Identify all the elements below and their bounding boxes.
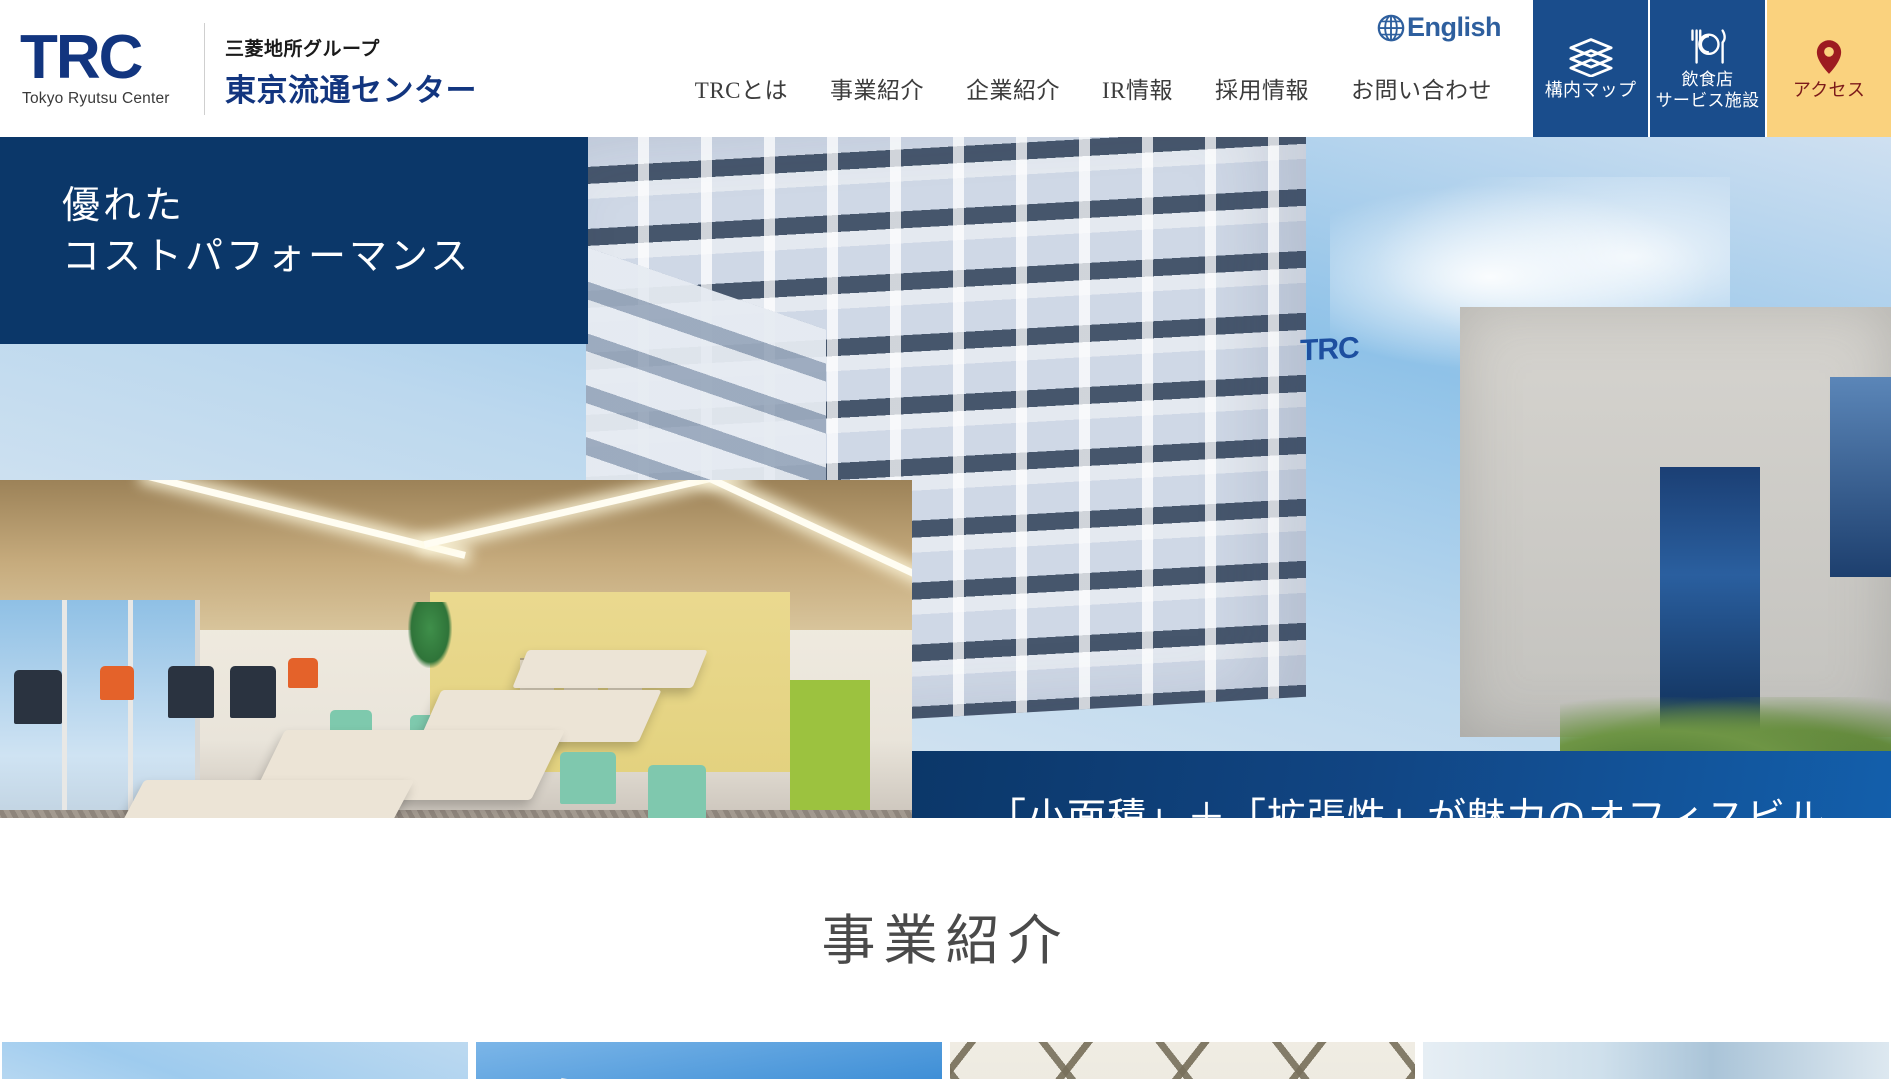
nav-item-business[interactable]: 事業紹介 [809,71,945,105]
office-chair-green-1 [560,752,616,804]
trc-logo-text: TRC [20,23,143,93]
header-utility-tiles: 構内マップ 飲食店 サービス施設 アクセス [1533,0,1891,137]
trc-logomark: TRC Tokyo Ryutsu Center [14,23,200,107]
utility-tile-site-map-label: 構内マップ [1544,79,1637,100]
office-chair-green-2 [648,765,706,818]
business-card-sky-building[interactable] [2,1042,468,1079]
brand-japanese: 三菱地所グループ 東京流通センター [225,28,477,110]
layers-icon [1568,36,1613,78]
hero-headline-line-1: 優れた [62,185,186,227]
language-switch-label: English [1406,12,1502,42]
business-section: 事業紹介 [0,818,1891,1079]
nav-item-company[interactable]: 企業紹介 [945,71,1081,105]
trc-logo-subtext: Tokyo Ryutsu Center [22,89,170,107]
site-header: TRC Tokyo Ryutsu Center 三菱地所グループ 東京流通センタ… [0,0,1891,137]
map-pin-icon [1815,36,1843,78]
restaurant-icon [1687,26,1729,68]
hero-caption-text: 「小面積」＋「拡張性」が魅力のオフィスビル [987,787,1826,818]
site-logo[interactable]: TRC Tokyo Ryutsu Center 三菱地所グループ 東京流通センタ… [0,0,477,137]
utility-tile-restaurants[interactable]: 飲食店 サービス施設 [1650,0,1767,137]
business-card-row [0,1042,1891,1079]
office-green-panel [790,680,870,810]
office-desk-1 [95,780,415,818]
nav-item-trc-about[interactable]: TRCとは [674,71,809,105]
brand-group-label: 三菱地所グループ [225,38,380,60]
office-desk-4 [512,650,708,688]
utility-tile-site-map[interactable]: 構内マップ [1533,0,1650,137]
section-title: 事業紹介 [821,911,1070,971]
adjacent-building-glass-upper [1830,377,1891,577]
utility-tile-restaurants-label-1: 飲食店 [1681,70,1734,90]
nav-item-recruit[interactable]: 採用情報 [1194,71,1330,105]
window-mullion-2 [128,600,133,818]
utility-tile-access-label: アクセス [1792,79,1866,100]
office-plant [408,602,452,668]
utility-tile-restaurants-label-2: サービス施設 [1655,90,1760,110]
nav-item-ir[interactable]: IR情報 [1081,71,1194,105]
utility-tile-access[interactable]: アクセス [1767,0,1891,137]
hero-section: TRC 優れた コストパフォーマンス [0,137,1891,818]
main-navigation: TRCとは 事業紹介 企業紹介 IR情報 採用情報 お問い合わせ [674,71,1513,105]
header-nav-area: English TRCとは 事業紹介 企業紹介 IR情報 採用情報 お問い合わせ [477,0,1533,137]
language-switch-english[interactable]: English [1376,12,1502,43]
office-chair-dark-2 [168,666,214,718]
office-chair-orange-1 [100,666,134,700]
nav-item-contact[interactable]: お問い合わせ [1330,71,1513,105]
business-card-office-person[interactable] [1423,1042,1889,1079]
business-card-truss-ceiling[interactable] [949,1042,1416,1079]
office-chair-orange-2 [288,658,318,688]
hero-headline-panel: 優れた コストパフォーマンス [0,137,588,344]
brand-company-name: 東京流通センター [225,72,477,108]
logo-divider [204,22,205,115]
building-trc-sign: TRC [1300,331,1359,368]
globe-icon [1376,13,1406,43]
window-mullion-1 [62,600,67,818]
office-chair-dark-1 [14,670,62,724]
hero-headline-line-2: コストパフォーマンス [62,235,472,278]
office-chair-dark-3 [230,666,276,718]
business-card-tower[interactable] [475,1042,942,1079]
hero-caption-panel: 「小面積」＋「拡張性」が魅力のオフィスビル 詳細はこちら [912,751,1891,818]
hero-office-photo [0,480,912,818]
